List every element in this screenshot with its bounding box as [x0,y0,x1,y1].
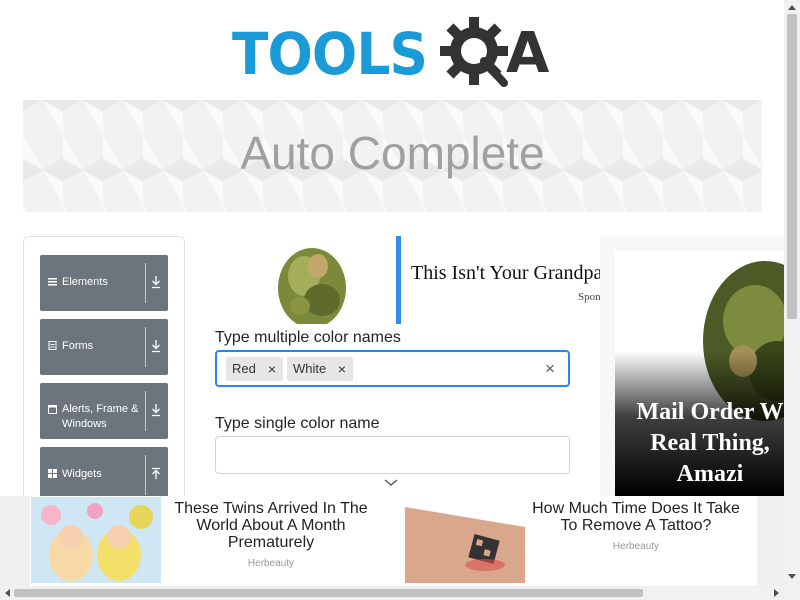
download-arrow-icon [152,404,160,417]
sidebar-item-label: Forms [62,340,94,352]
divider [145,327,146,367]
toolsqa-logo[interactable]: TOOLS A [232,15,562,91]
list-icon [48,277,57,286]
gear-magnifier-icon [440,17,508,87]
side-ad[interactable]: Mail Order W Real Thing, Amazi [600,236,786,496]
color-chip-red: Red × [226,357,283,381]
divider [145,391,146,431]
page-title: Auto Complete [240,127,545,179]
logo-text: TOOLS [232,20,428,88]
vertical-scrollbar[interactable] [784,0,800,586]
sidebar-item-label: Alerts, Frame & Windows [62,403,139,430]
chip-remove-icon[interactable]: × [261,357,283,381]
vertical-scroll-thumb[interactable] [787,14,797,319]
logo-letter-a: A [506,21,550,86]
sidebar-item-alerts-frame-windows[interactable]: Alerts, Frame & Windows [40,383,168,439]
ad-sponsor-label: Spon [578,291,601,303]
sidebar-item-widgets[interactable]: Widgets [40,447,168,497]
window-icon [48,405,57,414]
scroll-down-arrow-icon[interactable] [788,574,796,580]
upload-arrow-icon [152,467,160,479]
side-ad-headline: Mail Order W Real Thing, Amazi [636,399,784,487]
single-color-input[interactable] [215,436,570,474]
chip-remove-icon[interactable]: × [331,357,353,381]
chip-label: Red [232,361,256,376]
horizontal-scrollbar[interactable] [0,586,800,600]
sidebar-item-label: Widgets [62,468,102,480]
ad-product-image[interactable] [260,236,365,324]
divider [145,455,146,495]
color-chip-white: White × [287,357,353,381]
scroll-right-arrow-icon[interactable] [774,589,780,597]
sidebar-item-forms[interactable]: Forms [40,319,168,375]
horizontal-scroll-thumb[interactable] [14,589,643,597]
chevron-down-icon [384,479,398,486]
ad-twins-image[interactable] [31,497,161,583]
divider [145,263,146,303]
bottom-ad-content: These Twins Arrived In The World About A… [30,496,757,586]
bottom-ad-bar: These Twins Arrived In The World About A… [0,496,784,586]
ad-source: Herbeauty [612,541,660,552]
form-icon [48,341,57,350]
download-arrow-icon [152,340,160,353]
ad-source: Herbeauty [247,558,295,569]
sidebar: Elements Forms Alerts, Frame & Windows W… [23,236,185,516]
sidebar-item-label: Elements [62,276,108,288]
ad-headline[interactable]: How Much Time Does It Take To Remove A T… [530,500,742,534]
clear-all-icon[interactable]: × [542,360,558,378]
ad-headline[interactable]: This Isn't Your Grandpa [411,262,601,285]
multiple-color-input[interactable]: Red × White × × [215,350,570,387]
side-ad-card: Mail Order W Real Thing, Amazi [615,251,786,496]
scroll-left-arrow-icon[interactable] [4,589,10,597]
chip-label: White [293,361,327,376]
single-color-label: Type single color name [215,415,380,432]
download-arrow-icon [152,276,160,289]
sidebar-item-elements[interactable]: Elements [40,255,168,311]
scroll-up-arrow-icon[interactable] [788,4,796,10]
ad-headline[interactable]: These Twins Arrived In The World About A… [170,500,372,551]
widgets-grid-icon [48,469,57,478]
multiple-color-label: Type multiple color names [215,329,401,346]
page-banner: Auto Complete [23,100,762,212]
ad-tattoo-image[interactable] [405,497,525,583]
ad-accent-bar [396,236,401,324]
